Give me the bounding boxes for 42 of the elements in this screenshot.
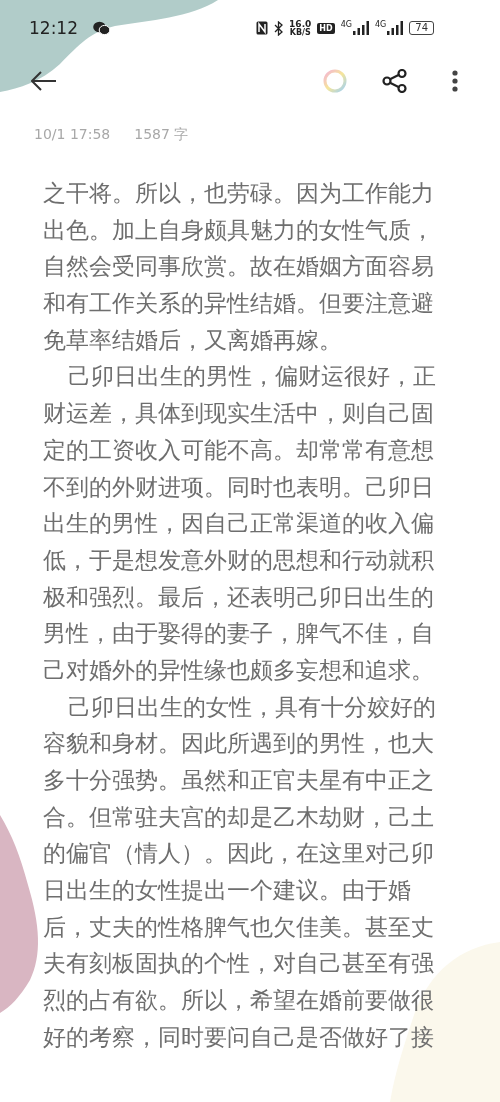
network-type: 4G: [374, 21, 387, 29]
clock-time: 12:12: [29, 18, 78, 38]
text-line: 日出生的女性提出一个建议。由于婚: [43, 875, 412, 907]
text-line: 烈的占有欲。所以，希望在婚前要做很: [43, 985, 435, 1017]
more-icon[interactable]: [452, 70, 458, 92]
text-line: 好的考察，同时要问自己是否做好了接: [43, 1021, 435, 1053]
text-line: 己卯日出生的男性，偏财运很好，正: [67, 361, 437, 393]
text-line: 和有工作关系的异性结婚。但要注意避: [43, 288, 435, 320]
text-line: 男性，由于娶得的妻子，脾气不佳，自: [43, 618, 435, 650]
network-speed: 16.0: [289, 19, 312, 29]
speed-unit: KB/S: [289, 28, 311, 37]
back-icon[interactable]: [31, 71, 57, 91]
text-line: 极和强烈。最后，还表明己卯日出生的: [43, 581, 435, 613]
hd-badge: HD: [317, 22, 335, 34]
word-count: 1587 字: [134, 126, 189, 144]
text-line: 定的工资收入可能不高。却常常有意想: [43, 434, 435, 466]
text-line: 容貌和身材。因此所遇到的男性，也大: [43, 728, 435, 760]
battery-level: 74: [409, 21, 434, 35]
text-line: 己对婚外的异性缘也颇多妄想和追求。: [43, 654, 435, 686]
text-line: 夫有刻板固执的个性，对自己甚至有强: [43, 948, 435, 980]
text-line: 合。但常驻夫宫的却是乙木劫财，己土: [43, 801, 435, 833]
note-date: 10/1 17:58: [34, 126, 111, 144]
text-line: 出色。加上自身颇具魅力的女性气质，: [43, 214, 435, 246]
text-line: 低，于是想发意外财的思想和行动就积: [43, 544, 435, 576]
text-line: 自然会受同事欣赏。故在婚姻方面容易: [43, 251, 435, 283]
text-line: 出生的男性，因自己正常渠道的收入偏: [43, 508, 435, 540]
text-line: 不到的外财进项。同时也表明。己卯日: [43, 471, 435, 503]
signal-icon: [352, 21, 369, 35]
nfc-icon: [256, 21, 269, 35]
signal-icon: [387, 21, 404, 35]
text-line: 的偏官（情人）。因此，在这里对己卯: [43, 838, 435, 870]
color-ring-icon[interactable]: [323, 69, 347, 93]
text-line: 多十分强势。虽然和正官夫星有中正之: [43, 765, 435, 796]
network-type: 4G: [340, 21, 352, 29]
share-icon[interactable]: [382, 69, 408, 93]
text-line: 免草率结婚后，又离婚再嫁。: [43, 324, 343, 356]
chat-icon: [93, 21, 110, 35]
text-line: 后，丈夫的性格脾气也欠佳美。甚至丈: [43, 911, 435, 943]
text-line: 己卯日出生的女性，具有十分姣好的: [67, 691, 437, 723]
bluetooth-icon: [274, 20, 284, 36]
text-line: 财运差，具体到现实生活中，则自己固: [43, 398, 435, 430]
text-line: 之干将。所以，也劳碌。因为工作能力: [43, 178, 435, 209]
